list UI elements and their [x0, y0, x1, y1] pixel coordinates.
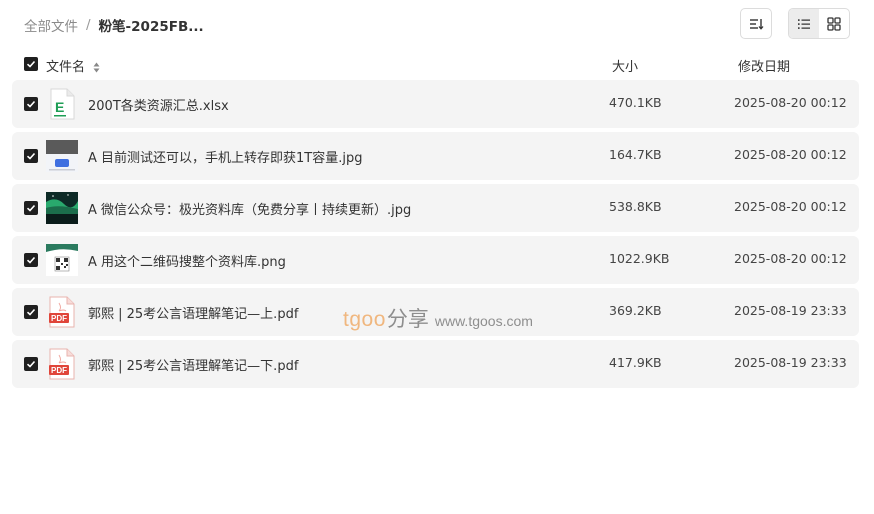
sort-icon — [750, 18, 764, 30]
table-row[interactable]: A 用这个二维码搜整个资料库.png 1022.9KB 2025-08-20 0… — [12, 236, 859, 284]
table-row[interactable]: A 微信公众号：极光资料库（免费分享丨持续更新）.jpg 538.8KB 202… — [12, 184, 859, 232]
file-date: 2025-08-20 00:12 — [734, 251, 847, 266]
list-view-button[interactable] — [789, 9, 819, 38]
table-row[interactable]: A 目前测试还可以，手机上转存即获1T容量.jpg 164.7KB 2025-0… — [12, 132, 859, 180]
pdf-file-icon: PDF — [46, 348, 78, 380]
pdf-file-icon: PDF — [46, 296, 78, 328]
header-name-label: 文件名 — [46, 60, 86, 75]
breadcrumb-root[interactable]: 全部文件 — [24, 15, 78, 35]
image-thumbnail — [46, 140, 78, 172]
watermark: tgoo 分享 www.tgoos.com — [343, 303, 533, 333]
header-name[interactable]: 文件名 — [46, 56, 100, 75]
row-checkbox[interactable] — [24, 253, 38, 267]
file-date: 2025-08-19 23:33 — [734, 303, 847, 318]
file-date: 2025-08-20 00:12 — [734, 147, 847, 162]
file-name: 郭熙 | 25考公言语理解笔记—下.pdf — [88, 359, 299, 374]
row-checkbox[interactable] — [24, 305, 38, 319]
file-name: A 目前测试还可以，手机上转存即获1T容量.jpg — [88, 151, 363, 166]
excel-file-icon: E — [46, 88, 78, 120]
file-size: 1022.9KB — [609, 251, 670, 266]
file-date: 2025-08-20 00:12 — [734, 95, 847, 110]
check-icon — [26, 204, 36, 212]
sort-button[interactable] — [740, 8, 772, 39]
file-name: 郭熙 | 25考公言语理解笔记—上.pdf — [88, 307, 299, 322]
header-size[interactable]: 大小 — [612, 56, 638, 75]
row-checkbox[interactable] — [24, 357, 38, 371]
watermark-url: www.tgoos.com — [434, 313, 533, 329]
check-icon — [26, 152, 36, 160]
header-date[interactable]: 修改日期 — [738, 56, 790, 75]
check-icon — [26, 360, 36, 368]
file-size: 417.9KB — [609, 355, 662, 370]
watermark-cn: 分享 — [386, 307, 429, 331]
check-icon — [26, 256, 36, 264]
file-list: E 200T各类资源汇总.xlsx 470.1KB 2025-08-20 00:… — [12, 80, 859, 392]
view-toggle — [788, 8, 850, 39]
check-icon — [26, 100, 36, 108]
file-size: 538.8KB — [609, 199, 662, 214]
excel-letter: E — [55, 99, 64, 115]
row-checkbox[interactable] — [24, 149, 38, 163]
table-row[interactable]: E 200T各类资源汇总.xlsx 470.1KB 2025-08-20 00:… — [12, 80, 859, 128]
file-name: A 微信公众号：极光资料库（免费分享丨持续更新）.jpg — [88, 203, 412, 218]
pdf-label: PDF — [51, 366, 67, 375]
table-header: 文件名 大小 修改日期 — [24, 54, 854, 75]
pdf-label: PDF — [51, 314, 67, 323]
list-view-icon — [798, 18, 810, 29]
watermark-brand: tgoo — [343, 308, 386, 331]
grid-view-icon — [827, 16, 841, 31]
file-date: 2025-08-20 00:12 — [734, 199, 847, 214]
file-size: 470.1KB — [609, 95, 662, 110]
table-row[interactable]: PDF 郭熙 | 25考公言语理解笔记—下.pdf 417.9KB 2025-0… — [12, 340, 859, 388]
breadcrumb-separator: / — [86, 17, 91, 33]
row-checkbox[interactable] — [24, 97, 38, 111]
qr-image-thumbnail — [46, 244, 78, 276]
breadcrumb-current: 粉笔-2025FB... — [98, 19, 204, 35]
file-name: A 用这个二维码搜整个资料库.png — [88, 255, 286, 270]
select-all-checkbox[interactable] — [24, 57, 38, 71]
sort-caret-icon — [93, 62, 100, 73]
file-name: 200T各类资源汇总.xlsx — [88, 99, 229, 114]
grid-view-button[interactable] — [819, 9, 849, 38]
file-size: 164.7KB — [609, 147, 662, 162]
breadcrumb: 全部文件 / 粉笔-2025FB... — [24, 15, 204, 35]
image-thumbnail — [46, 192, 78, 224]
file-date: 2025-08-19 23:33 — [734, 355, 847, 370]
file-size: 369.2KB — [609, 303, 662, 318]
check-icon — [26, 308, 36, 316]
check-icon — [26, 60, 36, 68]
row-checkbox[interactable] — [24, 201, 38, 215]
